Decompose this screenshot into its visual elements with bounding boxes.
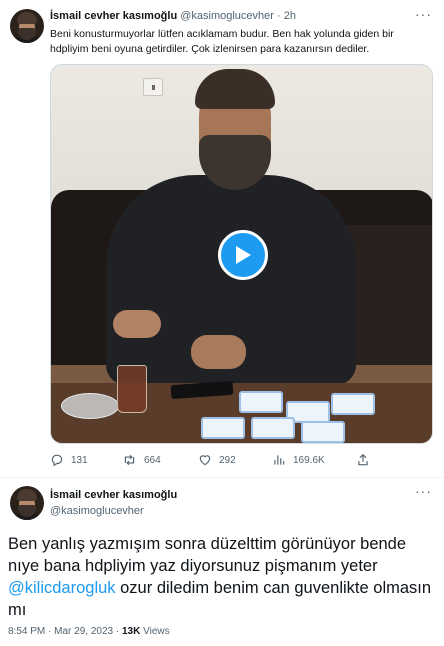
views-count: 13K: [122, 626, 141, 637]
views-button[interactable]: 169.6K: [272, 453, 325, 467]
display-name[interactable]: İsmail cevher kasımoğlu: [50, 10, 177, 22]
wall-socket: [143, 78, 163, 96]
separator: ·: [48, 626, 52, 637]
heart-icon: [199, 455, 211, 466]
tweet-meta: 8:54 PM · Mar 29, 2023 · 13K Views: [8, 626, 170, 637]
separator: ·: [115, 626, 120, 637]
tweet-date[interactable]: Mar 29, 2023: [54, 626, 113, 637]
retweet-button[interactable]: 664: [122, 453, 161, 467]
views-label: Views: [143, 626, 170, 637]
reply-button[interactable]: 131: [50, 453, 88, 467]
video-thumbnail[interactable]: [50, 64, 433, 444]
share-button[interactable]: [356, 453, 370, 467]
separator: ·: [277, 10, 281, 22]
tweet-card-previous[interactable]: İsmail cevher kasımoğlu @kasimoglucevher…: [0, 0, 444, 478]
reply-icon: [51, 454, 63, 467]
share-icon: [358, 453, 368, 466]
tweet-time[interactable]: 8:54 PM: [8, 626, 45, 637]
tweet-text-part: Ben yanlış yazmışım sonra düzelttim görü…: [8, 535, 407, 575]
tweet-header: İsmail cevher kasımoğlu @kasimoglucevher…: [50, 10, 296, 22]
timestamp[interactable]: 2h: [284, 10, 296, 22]
handle[interactable]: @kasimoglucevher: [180, 10, 274, 22]
play-icon[interactable]: [218, 230, 268, 280]
mention-link[interactable]: @kilicdarogluk: [8, 579, 116, 597]
avatar[interactable]: [10, 9, 44, 43]
tweet-actions: 131 664 292 169.6K: [50, 453, 434, 469]
like-button[interactable]: 292: [198, 453, 236, 467]
views-chart-icon: [274, 455, 285, 465]
avatar[interactable]: [10, 486, 44, 520]
retweet-icon: [124, 454, 135, 466]
tweet-text: Ben yanlış yazmışım sonra düzelttim görü…: [8, 533, 438, 621]
display-name[interactable]: İsmail cevher kasımoğlu: [50, 489, 177, 501]
tweet-text: Beni konusturmuyorlar lütfen acıklamam b…: [50, 28, 394, 55]
more-options-icon[interactable]: ···: [415, 483, 432, 499]
handle[interactable]: @kasimoglucevher: [50, 505, 144, 517]
more-options-icon[interactable]: ···: [415, 6, 432, 22]
reply-count: 131: [71, 454, 88, 466]
views-count: 169.6K: [293, 454, 325, 466]
retweet-count: 664: [144, 454, 161, 466]
like-count: 292: [219, 454, 236, 466]
